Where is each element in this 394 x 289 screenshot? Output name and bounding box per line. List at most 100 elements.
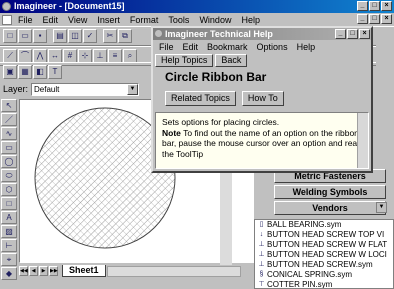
symbol-file-icon: ⊥ bbox=[258, 251, 265, 258]
chevron-down-icon[interactable]: ▼ bbox=[127, 83, 139, 95]
prev-sheet-icon[interactable]: ◀ bbox=[29, 266, 38, 276]
grid-icon[interactable]: # bbox=[63, 49, 77, 63]
back-button[interactable]: Back bbox=[215, 54, 248, 67]
help-vertical-scrollbar[interactable] bbox=[357, 113, 368, 168]
hatch-icon[interactable]: ▨ bbox=[1, 225, 17, 238]
help-topics-button[interactable]: Help Topics bbox=[155, 54, 214, 67]
color-icon[interactable]: ◧ bbox=[33, 65, 47, 79]
menu-bar: File Edit View Insert Format Tools Windo… bbox=[0, 13, 394, 26]
dimension-icon[interactable]: ⊢ bbox=[1, 239, 17, 252]
help-link-row: Related Topics How To bbox=[165, 91, 284, 106]
open-folder-icon[interactable]: ▭ bbox=[18, 29, 32, 43]
menu-view[interactable]: View bbox=[64, 15, 91, 25]
chevron-down-icon[interactable]: ▼ bbox=[376, 202, 387, 213]
menu-window[interactable]: Window bbox=[195, 15, 235, 25]
arc-tool-icon[interactable]: ⌒ bbox=[18, 49, 32, 63]
help-close-button[interactable]: × bbox=[359, 29, 370, 39]
sheet-tab[interactable]: Sheet1 bbox=[62, 265, 106, 277]
help-heading: Circle Ribbon Bar bbox=[165, 70, 267, 84]
save-icon[interactable]: ▪ bbox=[33, 29, 47, 43]
menu-tools[interactable]: Tools bbox=[164, 15, 193, 25]
list-item[interactable]: ⊥ BUTTON HEAD SCREW.sym bbox=[255, 260, 393, 270]
close-button[interactable]: × bbox=[381, 1, 392, 11]
help-body-text: Sets options for placing circles. bbox=[162, 117, 280, 127]
menu-help[interactable]: Help bbox=[237, 15, 264, 25]
measure-icon[interactable]: ⌖ bbox=[1, 253, 17, 266]
text-style-icon[interactable]: T bbox=[48, 65, 62, 79]
menu-edit[interactable]: Edit bbox=[39, 15, 63, 25]
new-file-icon[interactable]: □ bbox=[3, 29, 17, 43]
first-sheet-icon[interactable]: ◀◀ bbox=[19, 266, 28, 276]
next-sheet-icon[interactable]: ▶ bbox=[39, 266, 48, 276]
help-note: Note To find out the name of an option o… bbox=[162, 128, 362, 160]
snap-icon[interactable]: ⊹ bbox=[78, 49, 92, 63]
line-icon[interactable]: ／ bbox=[1, 113, 17, 126]
related-topics-button[interactable]: Related Topics bbox=[165, 91, 236, 106]
window-titlebar[interactable]: Imagineer - [Document15] _ □ × bbox=[0, 0, 394, 13]
symbol-file-icon: ▯ bbox=[259, 221, 264, 228]
document-icon[interactable] bbox=[2, 14, 12, 25]
help-menu-bookmark[interactable]: Bookmark bbox=[205, 41, 250, 53]
spell-check-icon[interactable]: ✓ bbox=[83, 29, 97, 43]
app-icon[interactable] bbox=[2, 2, 11, 11]
help-menu-file[interactable]: File bbox=[157, 41, 176, 53]
symbol-file-icon: ⊥ bbox=[258, 241, 265, 248]
doc-restore-button[interactable]: □ bbox=[369, 14, 380, 24]
left-toolbox: ↖ ／ ∿ ▭ ◯ ⬭ ⬡ □ A ▨ ⊢ ⌖ ◆ bbox=[1, 99, 18, 285]
ortho-icon[interactable]: ⊥ bbox=[93, 49, 107, 63]
cut-icon[interactable]: ✂ bbox=[103, 29, 117, 43]
sheet-tab-row: ◀◀ ◀ ▶ ▶▶ Sheet1 bbox=[19, 264, 241, 278]
square-icon[interactable]: □ bbox=[1, 197, 17, 210]
list-item[interactable]: ⊤ COTTER PIN.sym bbox=[255, 280, 393, 288]
doc-close-button[interactable]: × bbox=[381, 14, 392, 24]
layer-select[interactable]: Default ▼ bbox=[31, 82, 140, 96]
list-item[interactable]: ⊥ BUTTON HEAD SCREW W FLAT bbox=[255, 240, 393, 250]
doc-minimize-button[interactable]: _ bbox=[357, 14, 368, 24]
category-vendors[interactable]: Vendors bbox=[274, 201, 386, 215]
list-item[interactable]: ⊥ BUTTON HEAD SCREW W LOCI bbox=[255, 250, 393, 260]
copy-icon[interactable]: ⧉ bbox=[118, 29, 132, 43]
list-item[interactable]: ▯ BALL BEARING.sym bbox=[255, 220, 393, 230]
category-welding-symbols[interactable]: Welding Symbols bbox=[274, 185, 386, 199]
print-icon[interactable]: ▤ bbox=[53, 29, 67, 43]
print-preview-icon[interactable]: ◫ bbox=[68, 29, 82, 43]
help-window-controls: _ □ × bbox=[335, 29, 370, 39]
menu-insert[interactable]: Insert bbox=[93, 15, 124, 25]
freehand-icon[interactable]: ∿ bbox=[1, 127, 17, 140]
polygon-icon[interactable]: ⬡ bbox=[1, 183, 17, 196]
pattern-icon[interactable]: ▦ bbox=[18, 65, 32, 79]
polyline-tool-icon[interactable]: ⋀ bbox=[33, 49, 47, 63]
circle-icon[interactable]: ◯ bbox=[1, 155, 17, 168]
menu-format[interactable]: Format bbox=[126, 15, 163, 25]
symbol-file-icon: § bbox=[259, 271, 264, 278]
help-menu-options[interactable]: Options bbox=[255, 41, 290, 53]
help-titlebar[interactable]: Imagineer Technical Help _ □ × bbox=[153, 28, 371, 40]
text-tool-icon[interactable]: A bbox=[1, 211, 17, 224]
help-window[interactable]: Imagineer Technical Help _ □ × File Edit… bbox=[151, 26, 373, 173]
how-to-button[interactable]: How To bbox=[241, 91, 284, 106]
dimension-tool-icon[interactable]: ↔ bbox=[48, 49, 62, 63]
help-menu-help[interactable]: Help bbox=[295, 41, 318, 53]
help-title: Imagineer Technical Help bbox=[165, 29, 273, 39]
menu-file[interactable]: File bbox=[14, 15, 37, 25]
list-item[interactable]: § CONICAL SPRING.sym bbox=[255, 270, 393, 280]
ellipse-icon[interactable]: ⬭ bbox=[1, 169, 17, 182]
fill-icon[interactable]: ▣ bbox=[3, 65, 17, 79]
window-title: Imagineer - [Document15] bbox=[14, 1, 125, 11]
zoom-icon[interactable]: ⌕ bbox=[123, 49, 137, 63]
help-maximize-button[interactable]: □ bbox=[347, 29, 358, 39]
node-edit-icon[interactable]: ◆ bbox=[1, 267, 17, 280]
minimize-button[interactable]: _ bbox=[357, 1, 368, 11]
line-tool-icon[interactable]: ⟋ bbox=[3, 49, 17, 63]
layers-icon[interactable]: ≡ bbox=[108, 49, 122, 63]
canvas-horizontal-scrollbar[interactable] bbox=[106, 265, 241, 277]
list-item[interactable]: ↓ BUTTON HEAD SCREW TOP VI bbox=[255, 230, 393, 240]
right-strip bbox=[376, 41, 394, 99]
help-menu-edit[interactable]: Edit bbox=[181, 41, 201, 53]
help-button-row: Help Topics Back bbox=[155, 54, 248, 68]
last-sheet-icon[interactable]: ▶▶ bbox=[49, 266, 58, 276]
rectangle-icon[interactable]: ▭ bbox=[1, 141, 17, 154]
help-minimize-button[interactable]: _ bbox=[335, 29, 346, 39]
maximize-button[interactable]: □ bbox=[369, 1, 380, 11]
select-arrow-icon[interactable]: ↖ bbox=[1, 99, 17, 112]
